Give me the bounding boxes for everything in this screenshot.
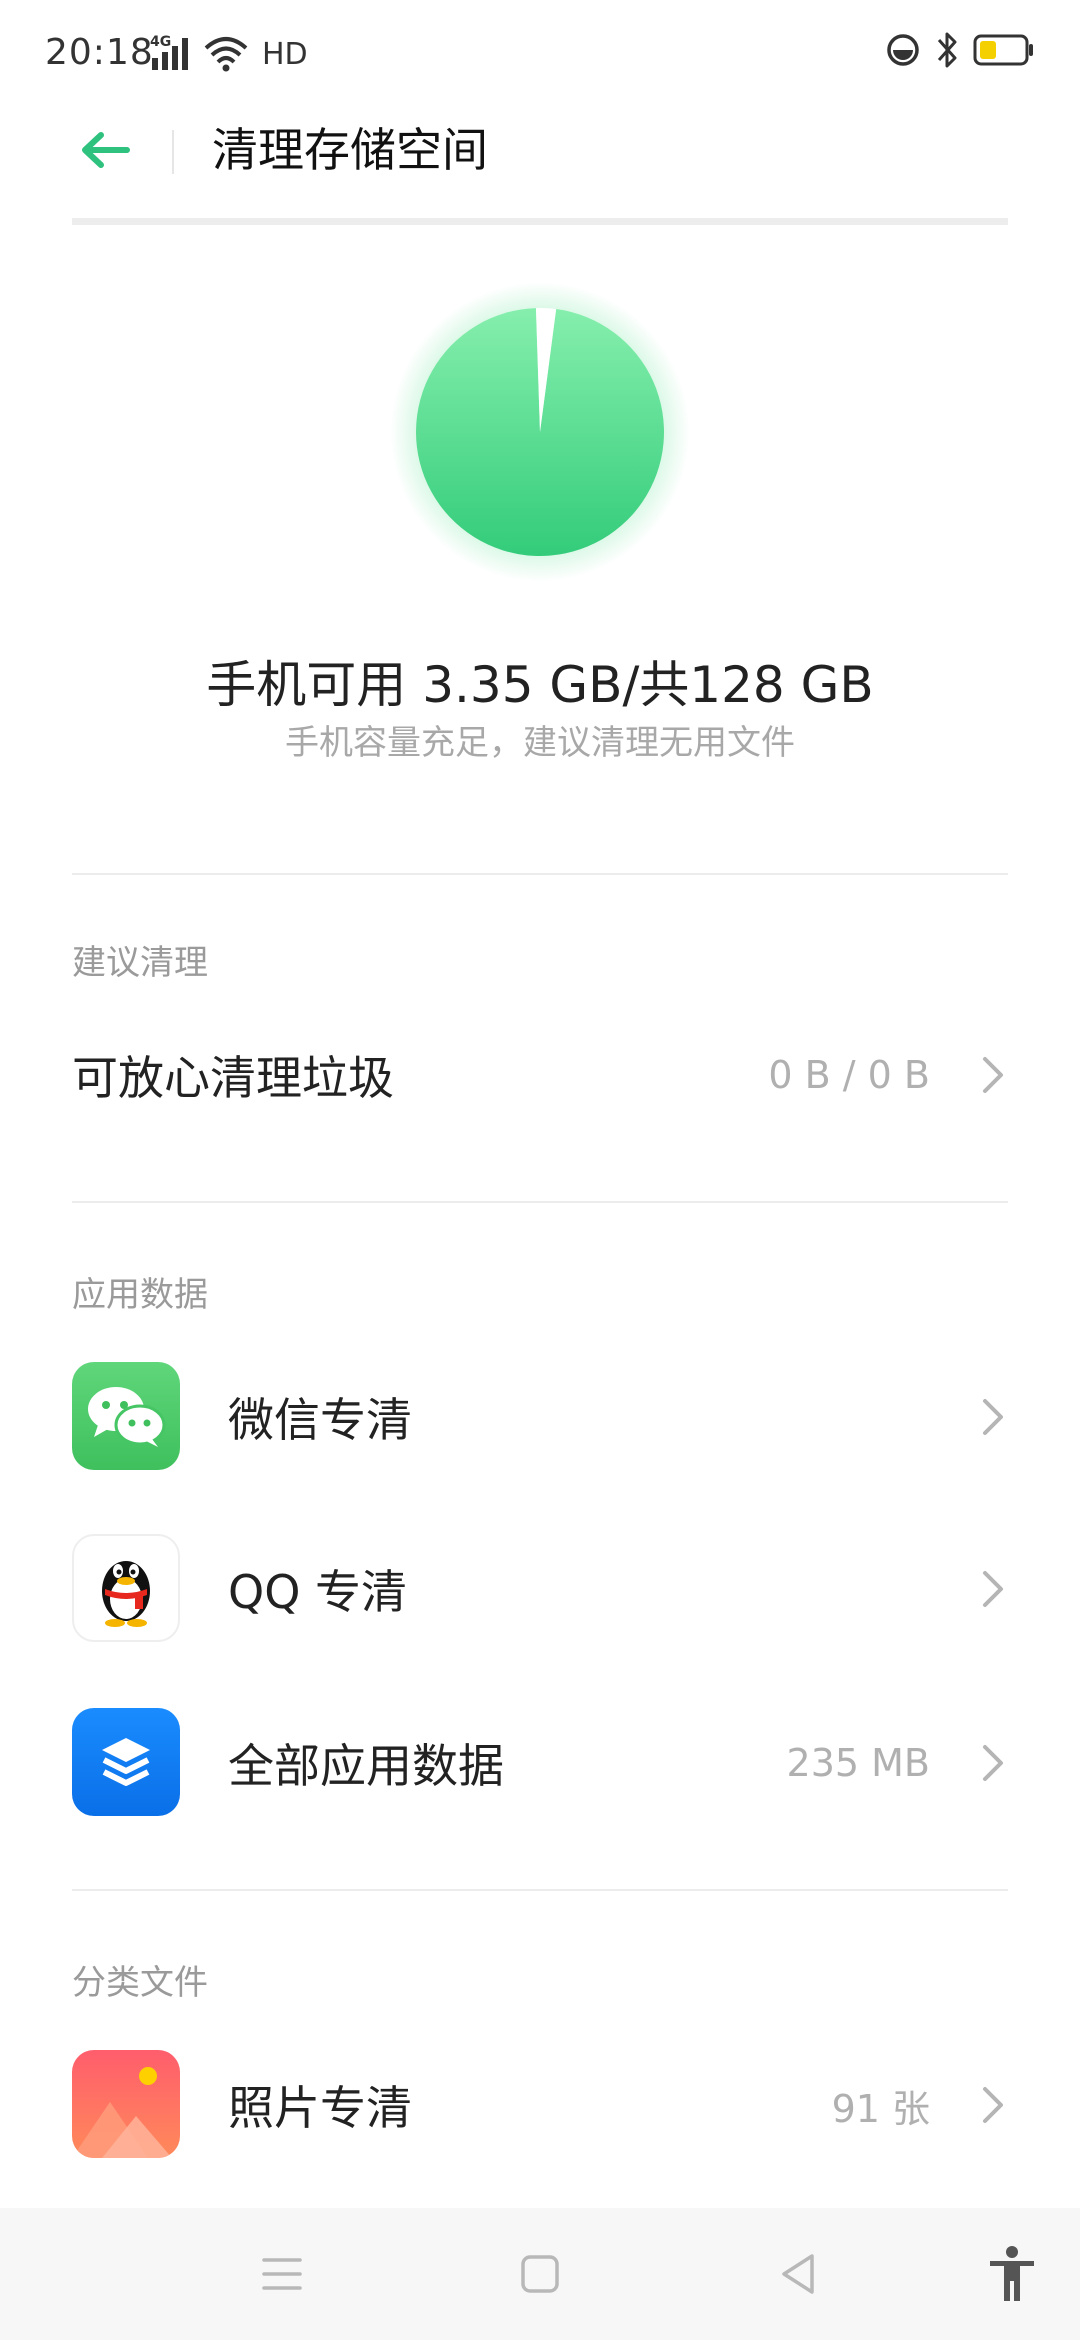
header-scroll-rule: [72, 218, 1008, 225]
menu-nav-button[interactable]: [252, 2244, 312, 2304]
junk-clean-row[interactable]: 可放心清理垃圾 0 B / 0 B: [0, 1020, 1080, 1130]
qq-penguin-icon: [72, 1534, 180, 1642]
chevron-right-icon: [978, 2083, 1008, 2127]
chevron-right-icon: [978, 1567, 1008, 1611]
section-title-files: 分类文件: [72, 1963, 208, 2003]
menu-icon: [262, 2258, 302, 2290]
status-bar: 20:18 4G HD: [0, 0, 1080, 110]
wechat-clean-label: 微信专清: [228, 1393, 412, 1447]
qq-clean-row[interactable]: QQ 专清: [0, 1534, 1080, 1644]
section-divider: [72, 1889, 1008, 1891]
storage-hint: 手机容量充足，建议清理无用文件: [285, 723, 795, 763]
eye-care-icon: [885, 32, 921, 72]
junk-clean-value: 0 B / 0 B: [768, 1053, 930, 1097]
section-title-suggest: 建议清理: [72, 943, 208, 983]
section-title-app-data: 应用数据: [72, 1275, 208, 1315]
photos-icon: [72, 2050, 180, 2158]
battery-icon: [973, 33, 1035, 71]
chevron-right-icon: [978, 1395, 1008, 1439]
navigation-bar: [0, 2208, 1080, 2340]
section-divider: [72, 873, 1008, 875]
hd-label: HD: [262, 37, 308, 72]
storage-pie-chart: [390, 282, 690, 582]
back-nav-button[interactable]: [768, 2244, 828, 2304]
back-triangle-icon: [782, 2254, 814, 2294]
qq-clean-label: QQ 专清: [228, 1565, 408, 1619]
status-time: 20:18: [45, 32, 154, 73]
back-arrow-icon: [82, 132, 130, 168]
all-app-data-label: 全部应用数据: [228, 1739, 504, 1793]
status-left-icons: 4G HD: [150, 32, 308, 72]
accessibility-button[interactable]: [982, 2244, 1042, 2304]
photos-clean-row[interactable]: 照片专清 91 张: [0, 2050, 1080, 2160]
photos-clean-label: 照片专清: [228, 2081, 412, 2135]
home-nav-button[interactable]: [510, 2244, 570, 2304]
wechat-clean-row[interactable]: 微信专清: [0, 1362, 1080, 1472]
photos-clean-value: 91 张: [831, 2086, 930, 2131]
accessibility-icon: [990, 2246, 1034, 2301]
bluetooth-icon: [935, 30, 959, 74]
storage-summary: 手机可用 3.35 GB/共128 GB: [206, 656, 874, 714]
layers-icon: [72, 1708, 180, 1816]
section-divider: [72, 1201, 1008, 1203]
chevron-right-icon: [978, 1741, 1008, 1785]
cellular-signal-icon: 4G: [150, 34, 194, 72]
home-square-icon: [521, 2255, 559, 2293]
chevron-right-icon: [978, 1053, 1008, 1097]
header-divider: [172, 130, 174, 174]
page-title: 清理存储空间: [212, 123, 488, 177]
wechat-icon: [72, 1362, 180, 1470]
back-button[interactable]: [70, 118, 140, 182]
all-app-data-value: 235 MB: [786, 1741, 930, 1785]
status-right-icons: [885, 30, 1035, 74]
junk-clean-label: 可放心清理垃圾: [72, 1051, 394, 1105]
all-app-data-row[interactable]: 全部应用数据 235 MB: [0, 1708, 1080, 1818]
wifi-icon: [204, 36, 248, 72]
